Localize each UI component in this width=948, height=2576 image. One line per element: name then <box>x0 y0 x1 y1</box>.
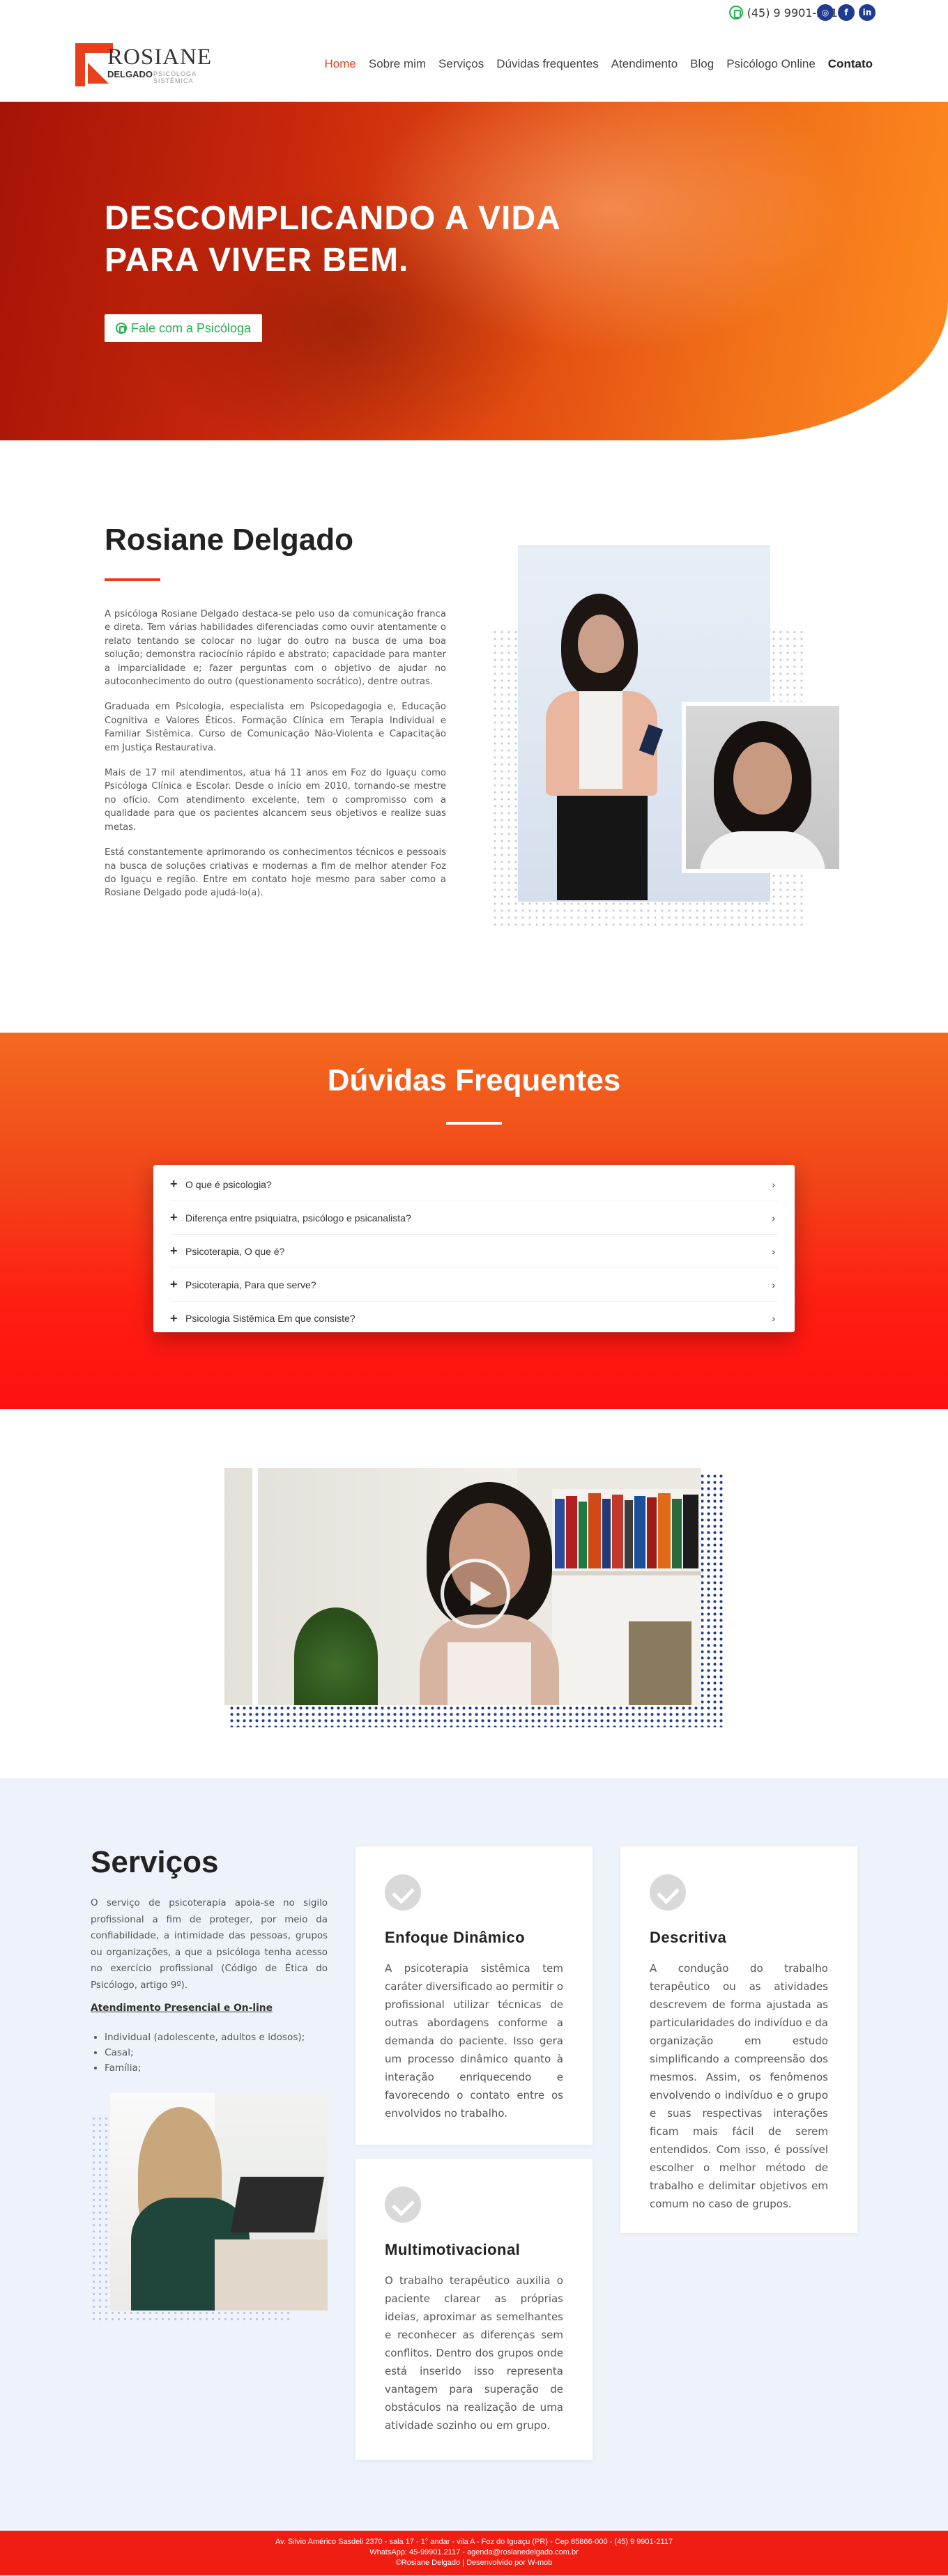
faq-item[interactable]: + Psicologia Sistêmica Em que consiste? … <box>170 1302 778 1335</box>
logo-name-top: ROSIANE <box>107 45 213 70</box>
site-footer: Av. Silvio Américo Sasdeli 2370 - sala 1… <box>0 2531 948 2575</box>
about-paragraph: A psicóloga Rosiane Delgado destaca-se p… <box>105 609 446 688</box>
nav-sobre-mim[interactable]: Sobre mim <box>369 57 426 71</box>
checkmark-icon <box>385 2186 421 2223</box>
nav-atendimento[interactable]: Atendimento <box>611 57 678 71</box>
faq-item[interactable]: + Psicoterapia, Para que serve? › <box>170 1268 778 1302</box>
about-paragraph: Mais de 17 mil atendimentos, atua há 11 … <box>105 768 446 833</box>
cta-label: Fale com a Psicóloga <box>130 321 252 335</box>
footer-contact[interactable]: WhatsApp: 45-99901.2117 - agenda@rosiane… <box>0 2547 948 2558</box>
faq-question: Psicologia Sistêmica Em que consiste? <box>185 1313 356 1324</box>
nav-contato[interactable]: Contato <box>828 57 873 71</box>
hero-title-line1: DESCOMPLICANDO A VIDA <box>105 200 561 237</box>
whatsapp-icon <box>115 323 127 334</box>
about-text: A psicóloga Rosiane Delgado destaca-se p… <box>105 608 446 912</box>
laptop-session-photo <box>110 2093 328 2311</box>
about-title: Rosiane Delgado <box>105 523 353 557</box>
list-item: Individual (adolescente, adultos e idoso… <box>105 2030 314 2045</box>
social-links: ◎ f in <box>817 4 876 21</box>
chevron-right-icon: › <box>772 1178 775 1190</box>
bookshelf-image <box>552 1489 701 1705</box>
play-button[interactable] <box>441 1559 510 1628</box>
nav-psicologo-online[interactable]: Psicólogo Online <box>726 57 816 71</box>
faq-question: Psicoterapia, O que é? <box>185 1245 285 1257</box>
faq-item[interactable]: + Psicoterapia, O que é? › <box>170 1235 778 1268</box>
hero-title-line2: PARA VIVER BEM. <box>105 242 409 279</box>
logo-tagline: PSICÓLOGA SISTÊMICA <box>153 70 197 84</box>
brand-logo[interactable]: ROSIANE DELGADO PSICÓLOGA SISTÊMICA <box>75 43 229 88</box>
nav-home[interactable]: Home <box>325 57 356 71</box>
footer-address: Av. Silvio Américo Sasdeli 2370 - sala 1… <box>275 2538 673 2546</box>
services-section: Serviços O serviço de psicoterapia apoia… <box>0 1778 948 2531</box>
services-subheading: Atendimento Presencial e On-line <box>91 2003 273 2014</box>
services-list: Individual (adolescente, adultos e idoso… <box>105 2030 314 2076</box>
footer-copyright: ©Rosiane Delgado | Desenvolvido por W-mo… <box>395 2559 553 2567</box>
logo-name-bottom: DELGADO <box>107 69 153 79</box>
faq-question: Diferença entre psiquiatra, psicólogo e … <box>185 1212 411 1224</box>
hero-banner: DESCOMPLICANDO A VIDA PARA VIVER BEM. Fa… <box>0 102 948 440</box>
card-title: Enfoque Dinâmico <box>385 1929 526 1946</box>
about-section: Rosiane Delgado A psicóloga Rosiane Delg… <box>0 440 948 1033</box>
checkmark-icon <box>385 1874 421 1911</box>
faq-question: Psicoterapia, Para que serve? <box>185 1279 316 1290</box>
card-title: Descritiva <box>650 1929 727 1946</box>
faq-accordion: + O que é psicologia? › + Diferença entr… <box>153 1165 795 1332</box>
checkmark-icon <box>650 1874 686 1911</box>
card-text: A psicoterapia sistêmica tem caráter div… <box>385 1962 563 2120</box>
hero-title: DESCOMPLICANDO A VIDA PARA VIVER BEM. <box>105 198 592 281</box>
services-intro: O serviço de psicoterapia apoia-se no si… <box>91 1898 328 1991</box>
top-bar: (45) 9 9901-2117 ◎ f in <box>0 0 948 25</box>
nav-servicos[interactable]: Serviços <box>438 57 484 71</box>
services-title: Serviços <box>91 1845 219 1879</box>
nav-duvidas[interactable]: Dúvidas frequentes <box>496 57 598 71</box>
main-nav: Home Sobre mim Serviços Dúvidas frequent… <box>325 57 873 71</box>
plus-icon: + <box>170 1277 178 1291</box>
about-paragraph: Está constantemente aprimorando os conhe… <box>105 847 446 899</box>
list-item: Família; <box>105 2061 314 2076</box>
faq-section: Dúvidas Frequentes + O que é psicologia?… <box>0 1033 948 1409</box>
plus-icon: + <box>170 1177 178 1191</box>
contact-psychologist-button[interactable]: Fale com a Psicóloga <box>105 314 262 342</box>
headshot-photo <box>682 702 843 873</box>
plus-icon: + <box>170 1244 178 1258</box>
card-title: Multimotivacional <box>385 2241 521 2258</box>
chevron-right-icon: › <box>772 1212 775 1224</box>
instagram-icon[interactable]: ◎ <box>817 4 834 21</box>
service-card: Multimotivacional O trabalho terapêutico… <box>356 2159 592 2460</box>
linkedin-icon[interactable]: in <box>859 4 876 21</box>
video-section <box>0 1409 948 1778</box>
faq-title: Dúvidas Frequentes <box>327 1063 621 1097</box>
faq-item[interactable]: + O que é psicologia? › <box>170 1168 778 1201</box>
faq-question: O que é psicologia? <box>185 1178 272 1190</box>
card-text: A condução do trabalho terapêutico ou as… <box>650 1962 828 2210</box>
service-card: Descritiva A condução do trabalho terapê… <box>620 1846 857 2233</box>
faq-item[interactable]: + Diferença entre psiquiatra, psicólogo … <box>170 1201 778 1235</box>
chevron-right-icon: › <box>772 1279 775 1290</box>
video-player[interactable] <box>224 1468 701 1705</box>
about-paragraph: Graduada em Psicologia, especialista em … <box>105 702 446 753</box>
title-underline <box>446 1122 502 1125</box>
facebook-icon[interactable]: f <box>838 4 855 21</box>
plus-icon: + <box>170 1311 178 1325</box>
site-header: ROSIANE DELGADO PSICÓLOGA SISTÊMICA Home… <box>0 25 948 102</box>
chevron-right-icon: › <box>772 1245 775 1257</box>
nav-blog[interactable]: Blog <box>690 57 714 71</box>
list-item: Casal; <box>105 2046 314 2060</box>
chevron-right-icon: › <box>772 1313 775 1324</box>
service-card: Enfoque Dinâmico A psicoterapia sistêmic… <box>356 1846 592 2145</box>
whatsapp-icon <box>728 6 743 20</box>
card-text: O trabalho terapêutico auxilia o pacient… <box>385 2274 563 2432</box>
title-underline <box>105 578 160 581</box>
plus-icon: + <box>170 1210 178 1224</box>
